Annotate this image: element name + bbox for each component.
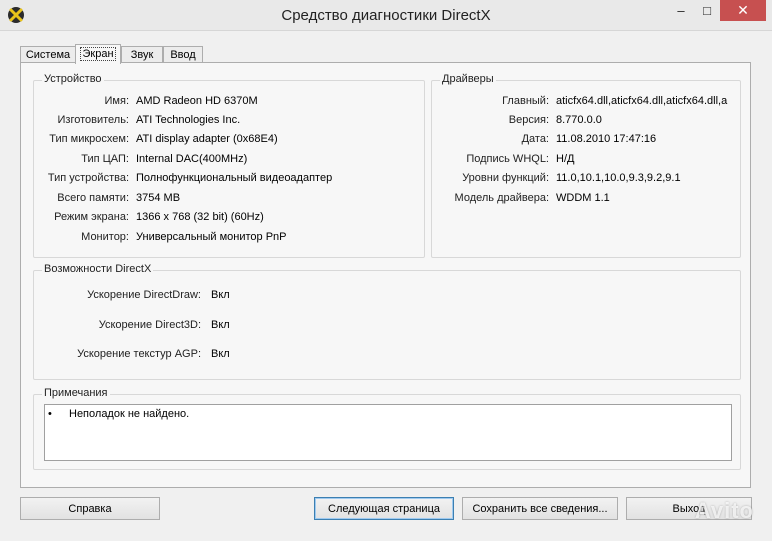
direct3d-value: Вкл: [211, 319, 230, 331]
device-type-label: Тип устройства:: [47, 172, 129, 184]
device-group-title: Устройство: [42, 73, 104, 85]
notes-title: Примечания: [42, 387, 110, 399]
agp-value: Вкл: [211, 348, 230, 360]
avito-watermark: Avito: [694, 498, 754, 523]
help-button[interactable]: Справка: [20, 497, 160, 520]
driver-whql-label: Подпись WHQL:: [466, 153, 549, 165]
device-name-value: AMD Radeon HD 6370M: [136, 95, 258, 107]
notes-bullet: •: [48, 408, 52, 420]
device-memory-label: Всего памяти:: [57, 192, 129, 204]
tab-sound[interactable]: Звук: [121, 46, 163, 63]
device-dac-type-value: Internal DAC(400MHz): [136, 153, 248, 165]
device-monitor-label: Монитор:: [81, 231, 129, 243]
device-monitor-value: Универсальный монитор PnP: [136, 231, 287, 243]
driver-model-value: WDDM 1.1: [556, 192, 610, 204]
minimize-button[interactable]: –: [668, 0, 694, 21]
driver-version-label: Версия:: [508, 114, 549, 126]
close-button[interactable]: ✕: [720, 0, 766, 21]
notes-textbox[interactable]: • Неполадок не найдено.: [44, 404, 732, 461]
driver-whql-value: Н/Д: [556, 153, 575, 165]
driver-feature-levels-value: 11.0,10.1,10.0,9.3,9.2,9.1: [556, 172, 681, 184]
tab-system[interactable]: Система: [20, 46, 76, 63]
next-page-button[interactable]: Следующая страница: [314, 497, 454, 520]
maximize-button[interactable]: □: [694, 0, 720, 21]
driver-version-value: 8.770.0.0: [556, 114, 602, 126]
device-name-label: Имя:: [104, 95, 129, 107]
device-chip-type-value: ATI display adapter (0x68E4): [136, 133, 278, 145]
title-bar: Средство диагностики DirectX – □ ✕: [0, 0, 772, 31]
device-manufacturer-label: Изготовитель:: [57, 114, 130, 126]
driver-date-label: Дата:: [521, 133, 549, 145]
device-dac-type-label: Тип ЦАП:: [81, 153, 129, 165]
device-display-mode-value: 1366 x 768 (32 bit) (60Hz): [136, 211, 264, 223]
driver-main-value: aticfx64.dll,aticfx64.dll,aticfx64.dll,a: [556, 95, 728, 107]
notes-text: Неполадок не найдено.: [69, 408, 190, 420]
device-display-mode-label: Режим экрана:: [54, 211, 129, 223]
device-type-value: Полнофункциональный видеоадаптер: [136, 172, 333, 184]
device-chip-type-label: Тип микросхем:: [49, 133, 129, 145]
driver-model-label: Модель драйвера:: [454, 192, 549, 204]
tab-input[interactable]: Ввод: [163, 46, 203, 63]
directdraw-label: Ускорение DirectDraw:: [87, 289, 201, 301]
save-all-info-button[interactable]: Сохранить все сведения...: [462, 497, 618, 520]
window-title: Средство диагностики DirectX: [281, 7, 491, 24]
directdraw-value: Вкл: [211, 289, 230, 301]
tab-display[interactable]: Экран: [75, 44, 121, 64]
device-manufacturer-value: ATI Technologies Inc.: [136, 114, 241, 126]
driver-main-label: Главный:: [502, 95, 549, 107]
driver-date-value: 11.08.2010 17:47:16: [556, 133, 657, 145]
agp-label: Ускорение текстур AGP:: [77, 348, 201, 360]
direct3d-label: Ускорение Direct3D:: [98, 319, 201, 331]
drivers-group-title: Драйверы: [440, 73, 496, 85]
device-memory-value: 3754 MB: [136, 192, 181, 204]
directx-features-title: Возможности DirectX: [42, 263, 154, 275]
driver-feature-levels-label: Уровни функций:: [462, 172, 549, 184]
